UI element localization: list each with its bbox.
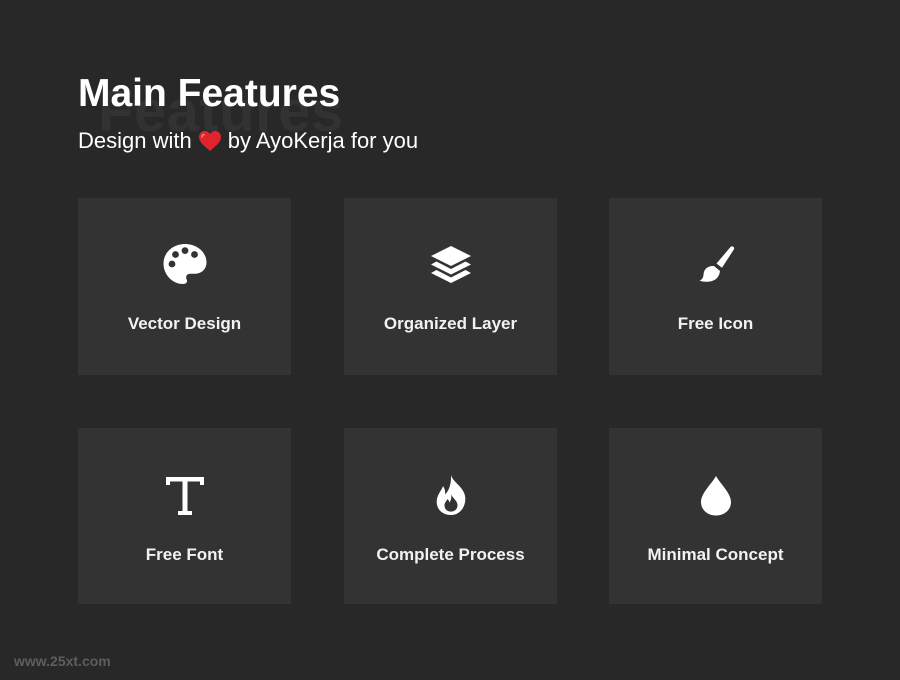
feature-card-minimal-concept: Minimal Concept xyxy=(609,428,822,604)
subtitle-before: Design with xyxy=(78,128,192,153)
feature-label: Vector Design xyxy=(127,314,242,333)
feature-label: Complete Process xyxy=(376,545,525,564)
feature-label: Minimal Concept xyxy=(647,545,784,564)
feature-label: Free Font xyxy=(145,545,224,564)
feature-card-free-font: Free Font xyxy=(78,428,291,604)
heart-icon xyxy=(198,131,221,151)
page-title: Main Features xyxy=(78,72,341,115)
header: Features Main Features Design with by Ay… xyxy=(78,70,418,154)
page-subtitle: Design with by AyoKerja for you xyxy=(78,128,418,154)
brush-icon xyxy=(699,246,734,282)
feature-card-complete-process: Complete Process xyxy=(344,428,557,604)
subtitle-after: by AyoKerja for you xyxy=(227,128,419,153)
feature-label: Free Icon xyxy=(677,314,754,333)
feature-card-vector-design: Vector Design xyxy=(78,198,291,375)
feature-card-organized-layer: Organized Layer xyxy=(344,198,557,375)
layers-icon xyxy=(430,246,471,283)
flame-icon xyxy=(436,475,465,515)
watermark: www.25xt.com xyxy=(14,653,111,669)
type-icon xyxy=(165,477,204,515)
droplet-icon xyxy=(700,476,731,516)
palette-icon xyxy=(163,244,206,284)
feature-label: Organized Layer xyxy=(383,314,518,333)
feature-card-free-icon: Free Icon xyxy=(609,198,822,375)
